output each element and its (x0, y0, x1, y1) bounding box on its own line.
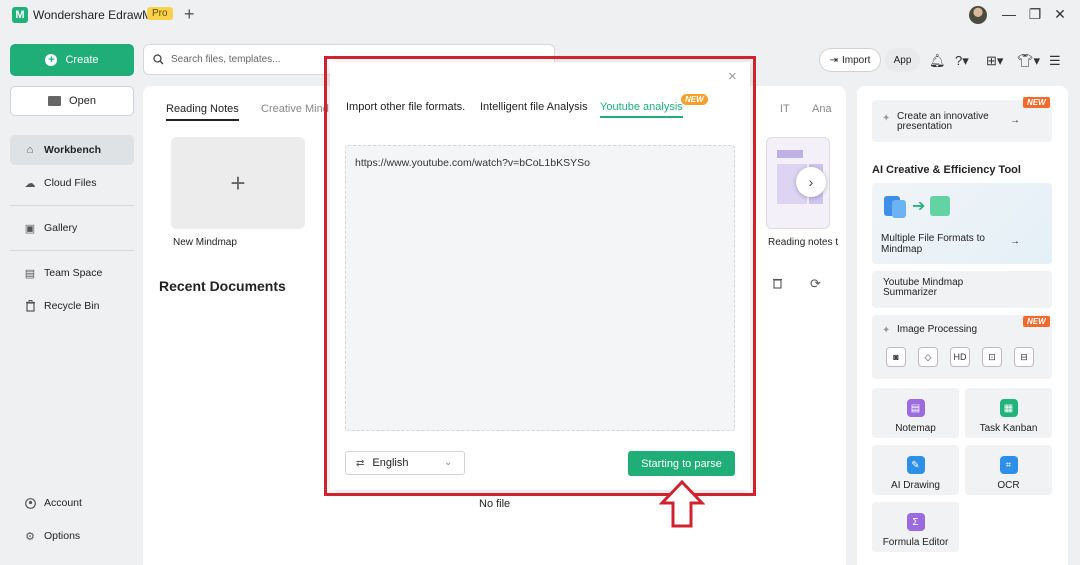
tool-label: Formula Editor (882, 537, 949, 548)
restore-button[interactable]: ❐ (1027, 6, 1043, 23)
new-badge: NEW (1023, 316, 1050, 327)
recent-documents-title: Recent Documents (159, 278, 286, 294)
menu-icon[interactable]: ☰ (1049, 53, 1061, 69)
avatar[interactable] (969, 6, 987, 24)
scan-icon[interactable]: ⊟ (1014, 347, 1034, 367)
hd-icon[interactable]: HD (950, 347, 970, 367)
trash-icon (24, 300, 36, 312)
tab-reading-notes[interactable]: Reading Notes (166, 103, 239, 121)
youtube-summarizer-label: Youtube Mindmap Summarizer (883, 277, 964, 298)
file-convert-icon: ➔ (884, 194, 952, 220)
youtube-summarizer-card[interactable]: Youtube Mindmap Summarizer (872, 271, 1052, 308)
next-arrow-button[interactable]: › (796, 167, 826, 197)
presentation-label: Create an innovative presentation (897, 111, 989, 132)
create-label: Create (65, 54, 99, 66)
sidebar-item-workbench[interactable]: ⌂ Workbench (10, 135, 134, 165)
open-label: Open (69, 95, 96, 107)
sidebar-item-cloud-files[interactable]: ☁ Cloud Files (10, 168, 134, 198)
create-button[interactable]: + Create (10, 44, 134, 76)
team-icon: ▤ (24, 267, 36, 280)
cloud-icon: ☁ (24, 177, 36, 190)
sidebar-divider (10, 205, 134, 206)
bell-icon[interactable]: 🔔︎ (929, 53, 946, 69)
ai-drawing-icon: ✎ (906, 456, 925, 474)
plus-icon: + (230, 167, 246, 198)
refresh-icon[interactable]: ⟳ (810, 276, 821, 292)
tab-it[interactable]: IT (780, 103, 790, 115)
sidebar-item-label: Recycle Bin (44, 300, 100, 312)
import-icon: ⇥ (829, 54, 839, 66)
ocr-icon: ⌗ (999, 456, 1018, 474)
sidebar-item-label: Cloud Files (44, 177, 97, 189)
tool-label: Notemap (895, 423, 936, 434)
sidebar-item-team-space[interactable]: ▤ Team Space (10, 258, 134, 288)
help-icon[interactable]: ?▾ (955, 53, 969, 69)
ai-tools-title: AI Creative & Efficiency Tool (872, 164, 1021, 176)
kanban-icon: ▦ (999, 399, 1018, 417)
pro-badge: Pro (147, 7, 173, 20)
close-window-button[interactable]: ✕ (1052, 6, 1068, 23)
image-icon[interactable]: ◙ (886, 347, 906, 367)
minimize-button[interactable]: — (1001, 6, 1017, 22)
sidebar-item-recycle-bin[interactable]: Recycle Bin (10, 291, 134, 321)
new-mindmap-card[interactable]: + (171, 137, 305, 229)
task-kanban-tool[interactable]: ▦ Task Kanban (965, 388, 1052, 438)
multi-formats-card[interactable]: ➔ Multiple File Formats to Mindmap → (872, 183, 1052, 264)
ocr-tool[interactable]: ⌗ OCR (965, 445, 1052, 495)
arrow-right-icon: → (1010, 115, 1020, 126)
sparkle-icon: ✦ (882, 325, 891, 336)
gear-icon: ⚙ (25, 530, 35, 543)
eraser-icon[interactable]: ◇ (918, 347, 938, 367)
tab-creative-mind[interactable]: Creative Mind (261, 103, 329, 115)
search-icon (153, 54, 164, 65)
sidebar-item-label: Workbench (44, 144, 101, 156)
sparkle-icon: ✦ (882, 113, 891, 124)
import-button[interactable]: ⇥ Import (819, 48, 881, 72)
crop-icon[interactable]: ⊡ (982, 347, 1002, 367)
tool-label: OCR (997, 480, 1020, 491)
highlight-frame (324, 56, 756, 496)
folder-icon (48, 96, 62, 106)
formula-editor-tool[interactable]: Σ Formula Editor (872, 502, 959, 552)
up-arrow-annotation (659, 479, 705, 528)
sidebar-item-options[interactable]: ⚙ Options (10, 521, 134, 551)
image-processing-label: Image Processing (897, 324, 978, 335)
multi-formats-label: Multiple File Formats to Mindmap (881, 233, 985, 255)
account-icon (24, 497, 36, 509)
delete-icon[interactable] (772, 277, 783, 292)
tool-label: AI Drawing (891, 480, 940, 491)
sidebar-item-account[interactable]: Account (10, 488, 134, 518)
no-file-text: No file (479, 498, 511, 510)
notemap-tool[interactable]: ▤ Notemap (872, 388, 959, 438)
sidebar-item-gallery[interactable]: ▣ Gallery (10, 213, 134, 243)
sidebar-item-label: Team Space (44, 267, 103, 279)
sidebar-item-label: Options (44, 530, 81, 542)
arrow-right-icon: → (1010, 236, 1020, 247)
sidebar-item-label: Account (44, 497, 82, 509)
sidebar-item-label: Gallery (44, 222, 78, 234)
new-badge: NEW (1023, 97, 1050, 108)
app-logo-icon: M (12, 7, 28, 23)
add-tab-button[interactable]: + (184, 4, 195, 25)
shirt-icon[interactable]: 👕︎▾ (1017, 53, 1040, 69)
notemap-icon: ▤ (906, 399, 925, 417)
sigma-icon: Σ (906, 513, 925, 531)
search-input[interactable]: Search files, templates... (171, 54, 281, 65)
ai-drawing-tool[interactable]: ✎ AI Drawing (872, 445, 959, 495)
gallery-icon: ▣ (24, 222, 36, 235)
new-mindmap-label: New Mindmap (173, 237, 237, 248)
apps-grid-icon[interactable]: ⊞▾ (986, 53, 1003, 69)
plus-icon: + (45, 54, 58, 66)
sidebar-divider (10, 250, 134, 251)
app-button[interactable]: App (885, 48, 920, 72)
import-label: Import (842, 54, 871, 66)
reading-notes-label: Reading notes t (768, 237, 839, 248)
open-button[interactable]: Open (10, 86, 134, 116)
tool-label: Task Kanban (979, 423, 1038, 434)
tab-analysis[interactable]: Ana (812, 103, 832, 115)
home-icon: ⌂ (26, 144, 34, 156)
